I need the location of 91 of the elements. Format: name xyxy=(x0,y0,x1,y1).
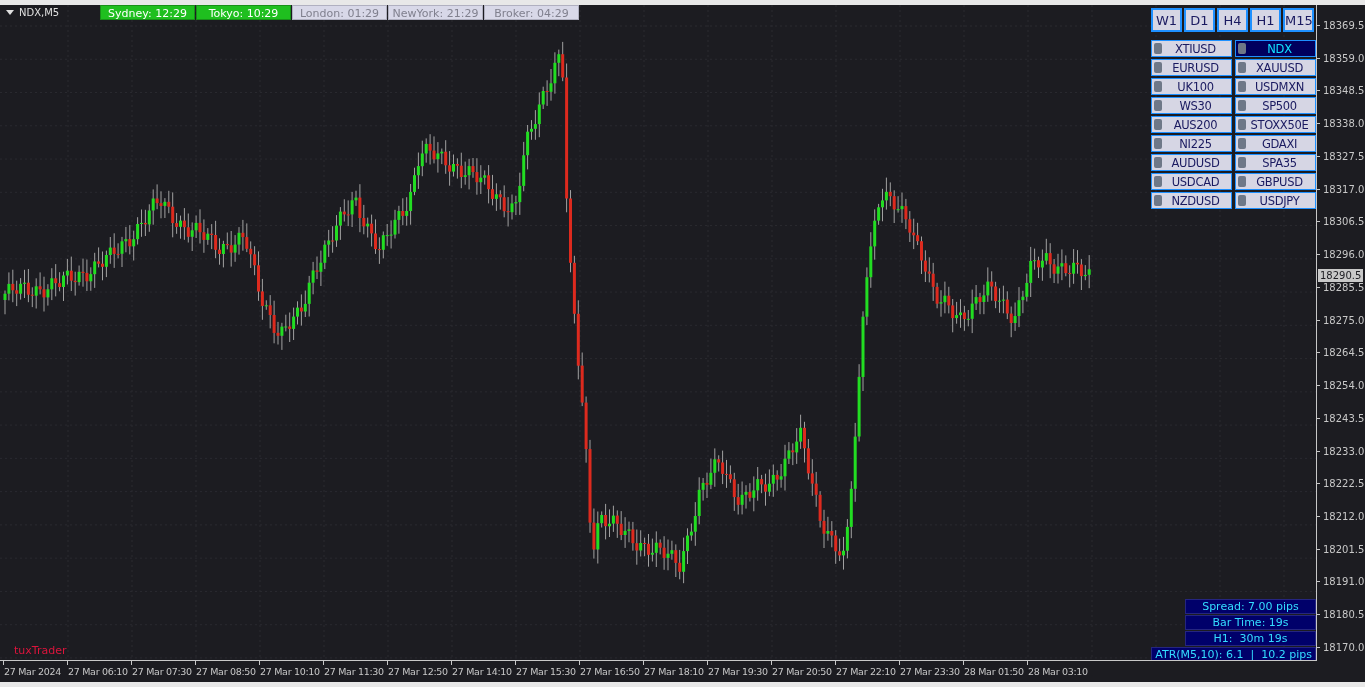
axis-label: 18285.5 xyxy=(1323,281,1365,293)
axis-label: 27 Mar 10:10 xyxy=(260,666,320,677)
session-clock: Sydney: 12:29 xyxy=(100,5,195,20)
status-indicator-icon xyxy=(1154,81,1162,92)
axis-label: 27 Mar 20:50 xyxy=(772,666,832,677)
axis-label: 18201.5 xyxy=(1323,543,1365,555)
symbol-button[interactable]: UK100 xyxy=(1151,78,1232,95)
status-indicator-icon xyxy=(1154,157,1162,168)
status-indicator-icon xyxy=(1154,119,1162,130)
axis-label: 18233.0 xyxy=(1323,445,1365,457)
timeframe-button[interactable]: W1 xyxy=(1151,8,1182,32)
symbol-button[interactable]: AUDUSD xyxy=(1151,154,1232,171)
axis-label: 18359.0 xyxy=(1323,52,1365,64)
symbol-button[interactable]: SP500 xyxy=(1235,97,1316,114)
status-indicator-icon xyxy=(1238,195,1246,206)
axis-label: 27 Mar 11:30 xyxy=(324,666,384,677)
axis-label: 18317.0 xyxy=(1323,183,1365,195)
axis-label: 18275.0 xyxy=(1323,314,1365,326)
brand-label: tuxTrader xyxy=(14,644,67,657)
status-indicator-icon xyxy=(1154,195,1162,206)
session-clock: Broker: 04:29 xyxy=(484,5,579,20)
axis-label: 27 Mar 06:10 xyxy=(68,666,128,677)
axis-label: 27 Mar 15:30 xyxy=(516,666,576,677)
current-price-label: 18290.5 xyxy=(1318,269,1364,282)
status-indicator-icon xyxy=(1238,43,1246,54)
status-indicator-icon xyxy=(1154,176,1162,187)
axis-label: 18191.0 xyxy=(1323,576,1365,588)
symbol-button[interactable]: USDCAD xyxy=(1151,173,1232,190)
symbol-button[interactable]: GBPUSD xyxy=(1235,173,1316,190)
session-clock: Tokyo: 10:29 xyxy=(196,5,291,20)
symbol-button[interactable]: NI225 xyxy=(1151,135,1232,152)
axis-label: 27 Mar 14:10 xyxy=(452,666,512,677)
symbol-label: NDX,M5 xyxy=(19,7,60,18)
axis-label: 18212.0 xyxy=(1323,511,1365,522)
axis-label: 18222.5 xyxy=(1323,478,1365,490)
status-indicator-icon xyxy=(1154,62,1162,73)
symbol-button[interactable]: WS30 xyxy=(1151,97,1232,114)
session-clock: NewYork: 21:29 xyxy=(388,5,483,20)
status-indicator-icon xyxy=(1238,138,1246,149)
symbol-button[interactable]: USDJPY xyxy=(1235,192,1316,209)
status-indicator-icon xyxy=(1154,100,1162,111)
axis-label: 27 Mar 16:50 xyxy=(580,666,640,677)
status-indicator-icon xyxy=(1238,157,1246,168)
axis-label: 18243.5 xyxy=(1323,412,1365,424)
axis-label: 18369.5 xyxy=(1323,20,1365,31)
symbol-button[interactable]: EURUSD xyxy=(1151,59,1232,76)
timeframe-button[interactable]: H1 xyxy=(1250,8,1281,32)
status-indicator-icon xyxy=(1154,43,1162,54)
status-indicator-icon xyxy=(1238,119,1246,130)
info-label: ATR(M5,10): 6.1 | 10.2 pips xyxy=(1151,647,1316,660)
timeframe-button[interactable]: M15 xyxy=(1283,8,1314,32)
status-indicator-icon xyxy=(1238,62,1246,73)
axis-label: 27 Mar 07:30 xyxy=(132,666,192,677)
axis-label: 18264.5 xyxy=(1323,347,1365,359)
axis-label: 28 Mar 01:50 xyxy=(964,666,1024,677)
axis-label: 27 Mar 22:10 xyxy=(836,666,896,677)
symbol-button[interactable]: USDMXN xyxy=(1235,78,1316,95)
axis-label: 18306.5 xyxy=(1323,216,1365,228)
symbol-button[interactable]: SPA35 xyxy=(1235,154,1316,171)
symbol-button[interactable]: NZDUSD xyxy=(1151,192,1232,209)
symbol-button[interactable]: NDX xyxy=(1235,40,1316,57)
axis-label: 27 Mar 12:50 xyxy=(388,666,448,677)
info-label: Bar Time: 19s xyxy=(1185,615,1316,630)
symbol-button[interactable]: GDAXI xyxy=(1235,135,1316,152)
axis-label: 18254.0 xyxy=(1323,380,1365,392)
axis-label: 27 Mar 18:10 xyxy=(644,666,704,677)
status-indicator-icon xyxy=(1238,81,1246,92)
symbol-button[interactable]: STOXX50E xyxy=(1235,116,1316,133)
symbol-button[interactable]: AUS200 xyxy=(1151,116,1232,133)
info-label: H1: 30m 19s xyxy=(1185,631,1316,646)
axis-label: 18180.5 xyxy=(1323,609,1365,621)
timeframe-button[interactable]: H4 xyxy=(1217,8,1248,32)
axis-label: 27 Mar 08:50 xyxy=(196,666,256,677)
axis-label: 18296.0 xyxy=(1323,249,1365,261)
info-label: Spread: 7.00 pips xyxy=(1185,599,1316,614)
axis-label: 18338.0 xyxy=(1323,118,1365,130)
status-indicator-icon xyxy=(1238,100,1246,111)
axis-label: 18170.0 xyxy=(1323,641,1365,653)
axis-label: 18327.5 xyxy=(1323,150,1365,162)
timeframe-button[interactable]: D1 xyxy=(1184,8,1215,32)
session-clock: London: 01:29 xyxy=(292,5,387,20)
axis-label: 27 Mar 2024 xyxy=(4,666,61,677)
axis-label: 27 Mar 23:30 xyxy=(900,666,960,677)
status-indicator-icon xyxy=(1238,176,1246,187)
axis-label: 18348.5 xyxy=(1323,85,1365,97)
symbol-button[interactable]: XTIUSD xyxy=(1151,40,1232,57)
axis-label: 27 Mar 19:30 xyxy=(708,666,768,677)
status-indicator-icon xyxy=(1154,138,1162,149)
caret-icon[interactable] xyxy=(6,10,14,15)
symbol-button[interactable]: XAUUSD xyxy=(1235,59,1316,76)
axis-label: 28 Mar 03:10 xyxy=(1028,666,1088,677)
